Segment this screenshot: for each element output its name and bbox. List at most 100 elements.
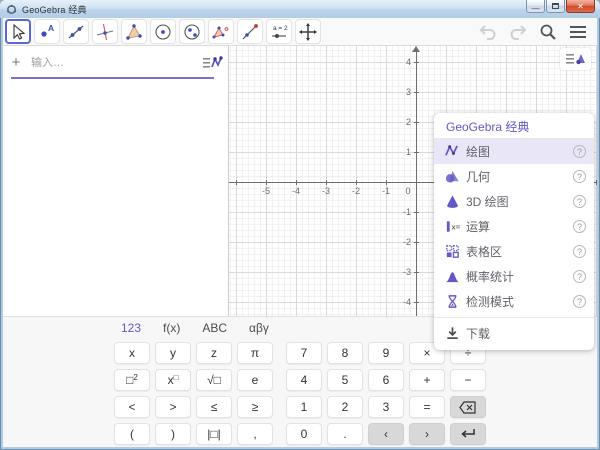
key-backspace[interactable]: [450, 396, 486, 418]
axis-label: -2: [403, 237, 411, 247]
minimize-button[interactable]: —: [526, 0, 545, 13]
axis-label: 2: [406, 117, 411, 127]
line-tool[interactable]: [63, 19, 89, 44]
key-›[interactable]: ›: [409, 423, 445, 445]
menu-item-probability[interactable]: 概率统计?: [434, 264, 594, 289]
key-3[interactable]: 3: [368, 396, 404, 418]
help-icon[interactable]: ?: [573, 145, 586, 158]
app-logo-icon: [6, 4, 17, 15]
key-π[interactable]: π: [237, 342, 273, 364]
key-enter[interactable]: [450, 423, 486, 445]
search-button[interactable]: [537, 21, 559, 43]
key-([interactable]: (: [114, 423, 150, 445]
key-√□[interactable]: √□: [196, 369, 232, 391]
move-graphics-view-tool[interactable]: [295, 19, 321, 44]
axis-label: -5: [262, 186, 270, 196]
keyboard-tab-αβγ[interactable]: αβγ: [249, 321, 269, 335]
input-focus-underline: [11, 77, 214, 79]
menu-item-label: 检测模式: [466, 293, 573, 310]
graphing3d-icon: [444, 193, 466, 210]
key-6[interactable]: 6: [368, 369, 404, 391]
key-)[interactable]: ): [155, 423, 191, 445]
key-.[interactable]: .: [327, 423, 363, 445]
key-2[interactable]: 2: [327, 396, 363, 418]
key-y[interactable]: y: [155, 342, 191, 364]
key-8[interactable]: 8: [327, 342, 363, 364]
menu-item-download[interactable]: 下载: [434, 321, 594, 346]
circle-two-points-tool[interactable]: [179, 19, 205, 44]
point-tool[interactable]: A: [34, 19, 60, 44]
axis-label: -3: [322, 186, 330, 196]
move-tool[interactable]: [5, 19, 31, 44]
help-icon[interactable]: ?: [573, 245, 586, 258]
help-icon[interactable]: ?: [573, 270, 586, 283]
key-≥[interactable]: ≥: [237, 396, 273, 418]
key-+[interactable]: +: [409, 369, 445, 391]
reflect-object-tool[interactable]: [208, 19, 234, 44]
key-<[interactable]: <: [114, 396, 150, 418]
menu-item-spreadsheet[interactable]: 表格区?: [434, 239, 594, 264]
key-,[interactable]: ,: [237, 423, 273, 445]
add-expression-button[interactable]: +: [3, 54, 29, 71]
key-x[interactable]: x: [114, 342, 150, 364]
menu-item-exam[interactable]: 检测模式?: [434, 289, 594, 314]
download-icon: [444, 325, 466, 342]
slider-tool[interactable]: a = 2: [266, 19, 292, 44]
key-e[interactable]: e: [237, 369, 273, 391]
close-window-button[interactable]: ✕: [566, 0, 595, 13]
exam-icon: [444, 293, 466, 310]
circle-center-point-tool[interactable]: [150, 19, 176, 44]
graphics-style-button[interactable]: [560, 48, 591, 70]
menu-item-cas[interactable]: x=运算?: [434, 214, 594, 239]
title-bar: GeoGebra 经典 — ✕: [0, 0, 600, 18]
algebra-style-button[interactable]: [200, 52, 226, 74]
perpendicular-line-tool[interactable]: [92, 19, 118, 44]
key-□2[interactable]: □2: [114, 369, 150, 391]
main-menu-button[interactable]: [567, 21, 589, 43]
maximize-button[interactable]: [546, 0, 565, 13]
menu-item-graphing3d[interactable]: 3D 绘图?: [434, 189, 594, 214]
key-4[interactable]: 4: [286, 369, 322, 391]
graphics-style-icon: [565, 51, 587, 67]
maximize-icon: [552, 3, 559, 9]
menu-item-label: 3D 绘图: [466, 193, 573, 210]
key-−[interactable]: −: [450, 369, 486, 391]
key-|□|[interactable]: |□|: [196, 423, 232, 445]
menu-item-graphing[interactable]: 绘图?: [434, 139, 594, 164]
algebra-input[interactable]: [29, 56, 200, 70]
keyboard-tab-ABC[interactable]: ABC: [202, 321, 227, 335]
key-x□[interactable]: x□: [155, 369, 191, 391]
axis-label: -1: [403, 207, 411, 217]
keyboard-tab-123[interactable]: 123: [121, 321, 141, 335]
algebra-style-icon: [202, 55, 224, 71]
keyboard-tab-f(x)[interactable]: f(x): [163, 321, 180, 335]
key-≤[interactable]: ≤: [196, 396, 232, 418]
help-icon[interactable]: ?: [573, 295, 586, 308]
key-z[interactable]: z: [196, 342, 232, 364]
tool-bar: Aa = 2: [3, 18, 597, 46]
menu-item-label: 几何: [466, 168, 573, 185]
key-5[interactable]: 5: [327, 369, 363, 391]
app-window: GeoGebra 经典 — ✕ Aa = 2 +: [0, 0, 600, 450]
probability-icon: [444, 268, 466, 285]
polygon-tool[interactable]: [121, 19, 147, 44]
key-1[interactable]: 1: [286, 396, 322, 418]
help-icon[interactable]: ?: [573, 220, 586, 233]
line-through-point-tool[interactable]: [237, 19, 263, 44]
key-=[interactable]: =: [409, 396, 445, 418]
menu-item-geometry[interactable]: 几何?: [434, 164, 594, 189]
key-9[interactable]: 9: [368, 342, 404, 364]
cas-icon: x=: [444, 218, 466, 235]
key->[interactable]: >: [155, 396, 191, 418]
redo-button[interactable]: [507, 21, 529, 43]
help-icon[interactable]: ?: [573, 195, 586, 208]
key-‹[interactable]: ‹: [368, 423, 404, 445]
y-axis: [416, 48, 417, 316]
help-icon[interactable]: ?: [573, 170, 586, 183]
perspective-menu: GeoGebra 经典 绘图?几何?3D 绘图?x=运算?表格区?概率统计?检测…: [434, 113, 594, 350]
key-7[interactable]: 7: [286, 342, 322, 364]
svg-text:a = 2: a = 2: [273, 25, 288, 32]
graphing-icon: [444, 143, 466, 160]
undo-button[interactable]: [477, 21, 499, 43]
key-0[interactable]: 0: [286, 423, 322, 445]
